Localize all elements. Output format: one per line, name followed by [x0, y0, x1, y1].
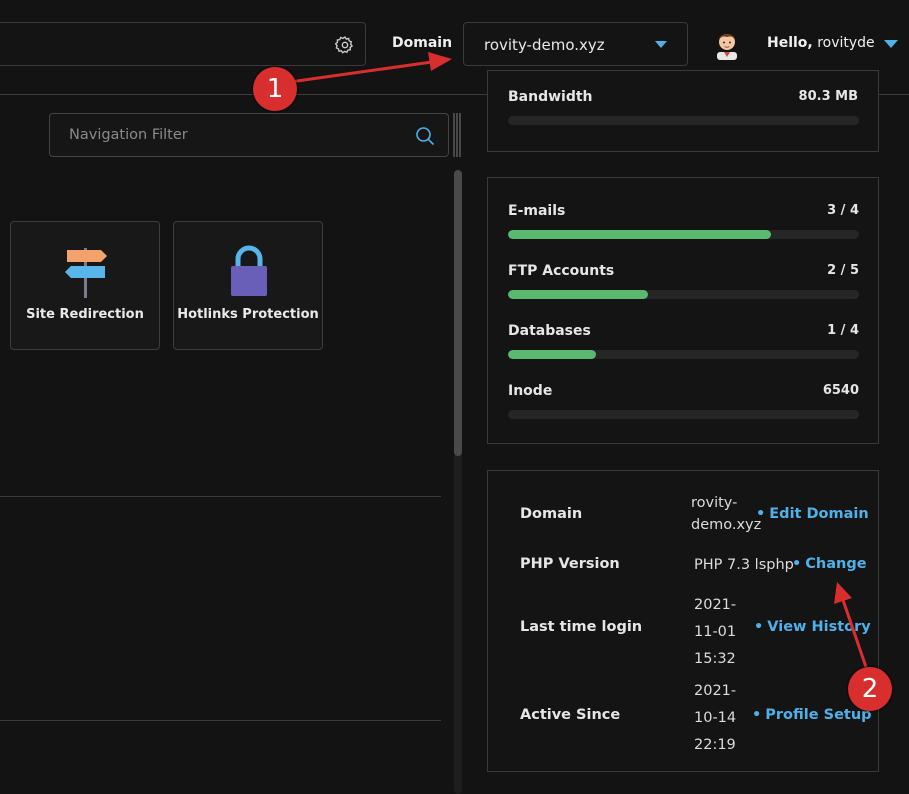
bandwidth-label: Bandwidth — [508, 89, 593, 105]
greeting-prefix: Hello, — [767, 35, 813, 51]
navigation-filter-input[interactable] — [50, 114, 448, 156]
bullet-icon: • — [754, 619, 764, 635]
info-value-active-since: 2021- 10-14 22:19 — [694, 678, 736, 759]
bandwidth-card: Bandwidth 80.3 MB — [487, 70, 879, 152]
gear-icon[interactable] — [335, 35, 355, 55]
user-menu-caret-icon[interactable] — [884, 40, 898, 48]
value-line: rovity- — [691, 495, 738, 511]
link-text: Edit Domain — [769, 506, 869, 522]
profile-setup-link[interactable]: • Profile Setup — [752, 707, 872, 723]
arrow-1-head — [428, 52, 452, 71]
bullet-icon: • — [752, 707, 762, 723]
value-line: demo.xyz — [691, 517, 762, 533]
stat-ftp-accounts: FTP Accounts 2 / 5 — [508, 263, 859, 303]
bandwidth-value: 80.3 MB — [798, 89, 858, 104]
stat-value: 2 / 5 — [827, 263, 859, 278]
stat-inode: Inode 6540 — [508, 383, 859, 423]
progress-bar — [508, 410, 859, 419]
value-line: 22:19 — [694, 737, 736, 753]
info-label-php-version: PHP Version — [520, 556, 620, 572]
stat-label: Inode — [508, 383, 553, 399]
account-info-card: Domain rovity- demo.xyz • Edit Domain PHP… — [487, 470, 879, 772]
stat-value: 6540 — [822, 383, 859, 398]
value-line: PHP 7.3 lsphp — [694, 557, 794, 573]
stat-value: 3 / 4 — [827, 203, 859, 218]
stat-label: E-mails — [508, 203, 566, 219]
caret-down-icon — [655, 41, 667, 48]
navigation-filter[interactable] — [49, 113, 449, 157]
user-avatar[interactable] — [712, 28, 742, 60]
progress-fill — [508, 230, 772, 239]
progress-bar — [508, 350, 859, 359]
tile-label: Site Redirection — [26, 307, 144, 322]
info-value-php-version: PHP 7.3 lsphp — [694, 554, 794, 576]
stat-value: 1 / 4 — [827, 323, 859, 338]
info-label-last-login: Last time login — [520, 619, 643, 635]
panel-resize-grip-icon[interactable] — [452, 113, 462, 157]
link-text: View History — [767, 619, 871, 635]
view-history-link[interactable]: • View History — [754, 619, 871, 635]
section-divider — [0, 720, 441, 721]
stat-emails: E-mails 3 / 4 — [508, 203, 859, 243]
tile-label: Hotlinks Protection — [177, 307, 319, 322]
resource-usage-card: E-mails 3 / 4 FTP Accounts 2 / 5 Databas… — [487, 177, 879, 444]
info-label-domain: Domain — [520, 506, 583, 522]
value-line: 11-01 — [694, 624, 737, 640]
scrollbar-track[interactable] — [454, 170, 462, 794]
top-search-box[interactable] — [0, 22, 366, 66]
value-line: 2021- — [694, 597, 737, 613]
edit-domain-link[interactable]: • Edit Domain — [756, 506, 869, 522]
user-greeting[interactable]: Hello, rovityde — [767, 35, 875, 51]
domain-label: Domain — [392, 35, 453, 51]
progress-bar — [508, 290, 859, 299]
domain-select-value: rovity-demo.xyz — [484, 36, 605, 54]
annotation-badge-2: 2 — [848, 667, 892, 711]
padlock-icon — [231, 245, 267, 296]
tile-hotlinks-protection[interactable]: Hotlinks Protection — [173, 221, 323, 350]
bandwidth-bar — [508, 116, 859, 125]
info-label-active-since: Active Since — [520, 707, 621, 723]
info-value-last-login: 2021- 11-01 15:32 — [694, 592, 736, 673]
change-php-link[interactable]: • Change — [792, 556, 867, 572]
bullet-icon: • — [792, 556, 802, 572]
tile-site-redirection[interactable]: Site Redirection — [10, 221, 160, 350]
search-icon[interactable] — [415, 126, 435, 146]
bullet-icon: • — [756, 506, 766, 522]
value-line: 2021- — [694, 683, 737, 699]
scrollbar-thumb[interactable] — [454, 170, 462, 456]
info-value-domain: rovity- demo.xyz — [691, 492, 761, 536]
section-divider — [0, 496, 441, 497]
link-text: Profile Setup — [765, 707, 872, 723]
stat-label: FTP Accounts — [508, 263, 615, 279]
progress-fill — [508, 350, 596, 359]
username: rovityde — [817, 35, 875, 51]
signpost-icon — [65, 248, 107, 298]
progress-fill — [508, 290, 649, 299]
value-line: 15:32 — [694, 651, 736, 667]
annotation-badge-1: 1 — [253, 67, 297, 111]
stat-label: Databases — [508, 323, 591, 339]
progress-bar — [508, 230, 859, 239]
domain-select[interactable]: rovity-demo.xyz — [463, 22, 688, 66]
stat-databases: Databases 1 / 4 — [508, 323, 859, 363]
value-line: 10-14 — [694, 710, 737, 726]
link-text: Change — [805, 556, 867, 572]
